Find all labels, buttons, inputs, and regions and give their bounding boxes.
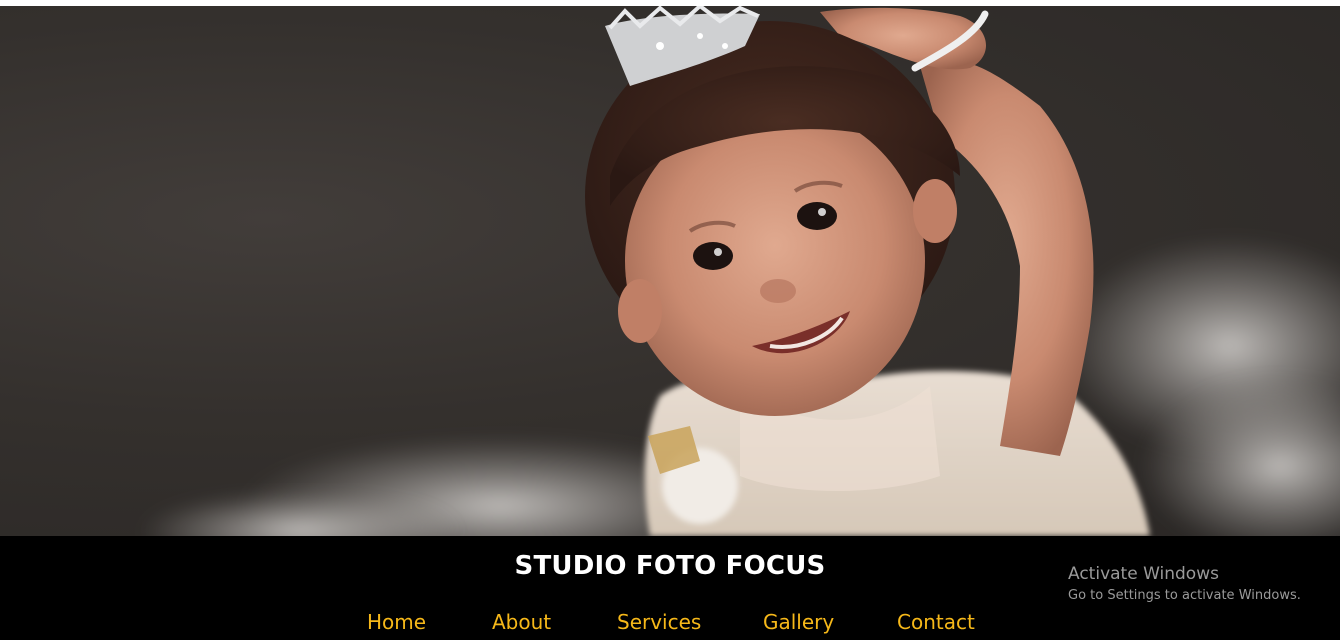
nav-link-about[interactable]: About [492,606,551,638]
nav-link-services[interactable]: Services [617,606,701,638]
nav-link-home[interactable]: Home [367,606,426,638]
nav-link-gallery[interactable]: Gallery [763,606,834,638]
hero-banner-image [0,6,1340,536]
site-title: STUDIO FOTO FOCUS [514,551,826,581]
baby-photo-illustration [140,6,1340,536]
nav-link-contact[interactable]: Contact [897,606,975,638]
main-nav: Home About Services Gallery Contact [0,606,1340,640]
page: STUDIO FOTO FOCUS Home About Services Ga… [0,0,1340,640]
